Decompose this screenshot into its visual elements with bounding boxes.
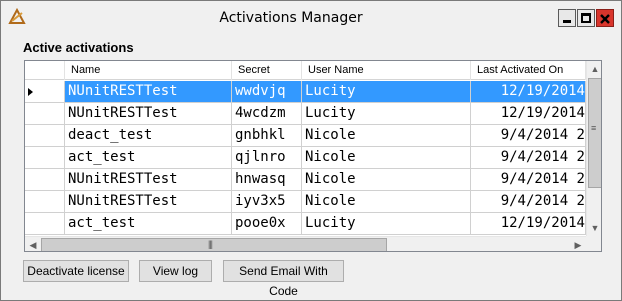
cell-secret[interactable]: qjlnro xyxy=(232,147,302,168)
cell-last-activated[interactable]: 12/19/2014 xyxy=(471,213,586,234)
vertical-scrollbar[interactable]: ▲ ≡ ▼ xyxy=(586,61,601,236)
thumb-grip-icon: ≡ xyxy=(591,123,596,133)
cell-secret[interactable]: pooe0x xyxy=(232,213,302,234)
deactivate-license-button[interactable]: Deactivate license xyxy=(23,260,129,282)
cell-name[interactable]: NUnitRESTTest xyxy=(65,191,232,212)
row-header[interactable] xyxy=(25,125,65,146)
cell-user-name[interactable]: Lucity xyxy=(302,81,471,102)
cell-user-name[interactable]: Nicole xyxy=(302,147,471,168)
header-row-selector[interactable] xyxy=(25,61,65,80)
cell-user-name[interactable]: Nicole xyxy=(302,169,471,190)
table-row[interactable]: NUnitRESTTest 4wcdzm Lucity 12/19/2014 xyxy=(25,103,586,125)
minimize-button[interactable] xyxy=(558,9,576,27)
activations-manager-window: Activations Manager Active activations N… xyxy=(0,0,622,301)
scroll-down-arrow-icon[interactable]: ▼ xyxy=(587,220,601,236)
maximize-button[interactable] xyxy=(577,9,595,27)
cell-name[interactable]: deact_test xyxy=(65,125,232,146)
close-icon xyxy=(599,12,611,30)
cell-name[interactable]: NUnitRESTTest xyxy=(65,81,232,102)
vertical-scroll-thumb[interactable]: ≡ xyxy=(588,78,601,188)
row-header[interactable] xyxy=(25,103,65,124)
activations-grid[interactable]: Name Secret User Name Last Activated On … xyxy=(24,60,602,252)
row-header[interactable] xyxy=(25,213,65,234)
cell-name[interactable]: act_test xyxy=(65,213,232,234)
scroll-left-arrow-icon[interactable]: ◀ xyxy=(25,237,41,251)
scroll-up-arrow-icon[interactable]: ▲ xyxy=(587,61,601,77)
cell-last-activated[interactable]: 12/19/2014 xyxy=(471,81,586,102)
cell-secret[interactable]: wwdvjq xyxy=(232,81,302,102)
cell-last-activated[interactable]: 9/4/2014 2 xyxy=(471,169,586,190)
cell-user-name[interactable]: Lucity xyxy=(302,213,471,234)
table-row[interactable]: act_test qjlnro Nicole 9/4/2014 2 xyxy=(25,147,586,169)
row-header[interactable] xyxy=(25,81,65,102)
cell-name[interactable]: NUnitRESTTest xyxy=(65,169,232,190)
horizontal-scroll-thumb[interactable]: ||| xyxy=(41,238,387,251)
column-header-name[interactable]: Name xyxy=(65,61,232,80)
cell-name[interactable]: act_test xyxy=(65,147,232,168)
cell-name[interactable]: NUnitRESTTest xyxy=(65,103,232,124)
table-row[interactable]: act_test pooe0x Lucity 12/19/2014 xyxy=(25,213,586,235)
cell-user-name[interactable]: Nicole xyxy=(302,191,471,212)
table-row[interactable]: NUnitRESTTest wwdvjq Lucity 12/19/2014 xyxy=(25,81,586,103)
window-title: Activations Manager xyxy=(219,10,363,26)
table-row[interactable]: deact_test gnbhkl Nicole 9/4/2014 2 xyxy=(25,125,586,147)
cell-last-activated[interactable]: 9/4/2014 2 xyxy=(471,125,586,146)
cell-secret[interactable]: 4wcdzm xyxy=(232,103,302,124)
cell-secret[interactable]: hnwasq xyxy=(232,169,302,190)
horizontal-scrollbar[interactable]: ◀ ||| ▶ xyxy=(25,236,586,251)
view-log-button[interactable]: View log xyxy=(139,260,212,282)
row-header[interactable] xyxy=(25,169,65,190)
maximize-icon xyxy=(581,13,591,23)
table-row[interactable]: NUnitRESTTest hnwasq Nicole 9/4/2014 2 xyxy=(25,169,586,191)
thumb-grip-icon: ||| xyxy=(208,239,213,249)
cell-secret[interactable]: iyv3x5 xyxy=(232,191,302,212)
column-header-last-activated[interactable]: Last Activated On xyxy=(471,61,586,80)
section-label: Active activations xyxy=(23,40,134,55)
row-header[interactable] xyxy=(25,147,65,168)
grid-rows: NUnitRESTTest wwdvjq Lucity 12/19/2014 N… xyxy=(25,81,586,235)
row-header[interactable] xyxy=(25,191,65,212)
scrollbar-corner xyxy=(586,236,601,251)
send-email-button[interactable]: Send Email With Code xyxy=(223,260,344,298)
scroll-right-arrow-icon[interactable]: ▶ xyxy=(570,237,586,251)
cell-secret[interactable]: gnbhkl xyxy=(232,125,302,146)
close-button[interactable] xyxy=(596,9,614,27)
cell-last-activated[interactable]: 9/4/2014 2 xyxy=(471,191,586,212)
cell-user-name[interactable]: Lucity xyxy=(302,103,471,124)
table-row[interactable]: NUnitRESTTest iyv3x5 Nicole 9/4/2014 2 xyxy=(25,191,586,213)
row-pointer-icon xyxy=(28,88,33,96)
column-header-user-name[interactable]: User Name xyxy=(302,61,471,80)
column-header-secret[interactable]: Secret xyxy=(232,61,302,80)
minimize-icon xyxy=(563,20,571,23)
cell-last-activated[interactable]: 9/4/2014 2 xyxy=(471,147,586,168)
grid-header: Name Secret User Name Last Activated On xyxy=(25,61,586,80)
title-bar[interactable]: Activations Manager xyxy=(1,1,621,35)
cell-user-name[interactable]: Nicole xyxy=(302,125,471,146)
cell-last-activated[interactable]: 12/19/2014 xyxy=(471,103,586,124)
